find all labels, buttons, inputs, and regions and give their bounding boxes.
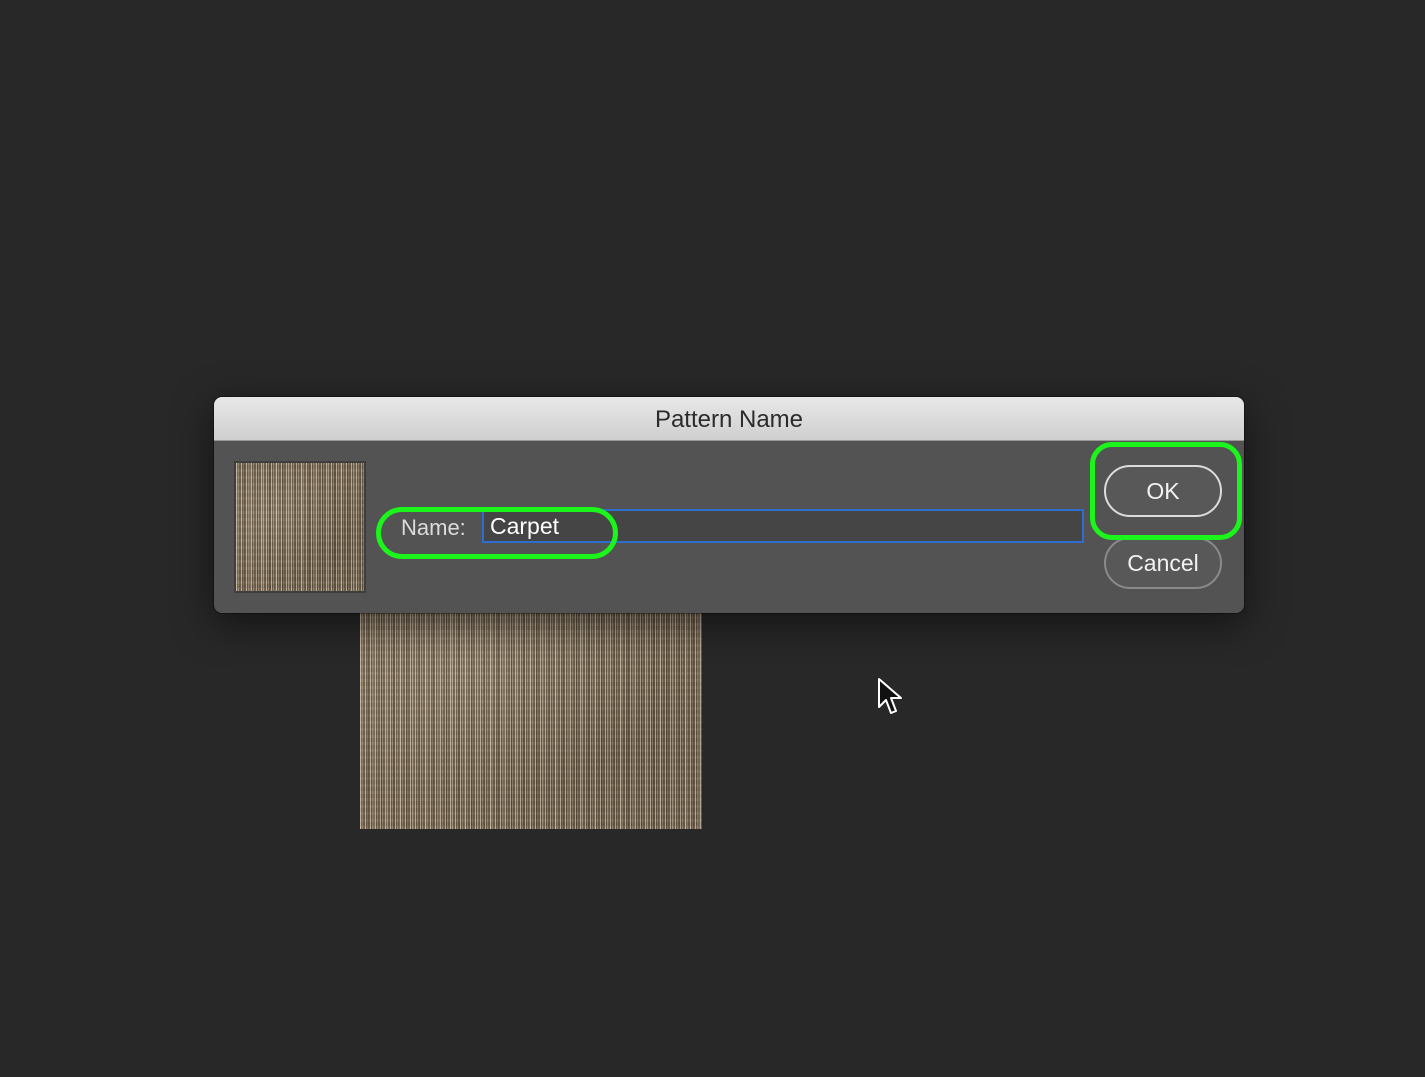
pattern-name-input[interactable]	[482, 509, 1084, 543]
arrow-pointer-icon	[878, 678, 902, 714]
dialog-title: Pattern Name	[654, 406, 804, 433]
cancel-button[interactable]: Cancel	[1104, 537, 1222, 589]
workspace-canvas: Pattern Name Name: OK Cancel	[0, 0, 1425, 1077]
pattern-name-dialog: Pattern Name Name: OK Cancel	[214, 397, 1244, 613]
name-label: Name:	[401, 515, 466, 540]
ok-button[interactable]: OK	[1104, 465, 1222, 517]
dialog-titlebar[interactable]: Pattern Name	[214, 397, 1244, 441]
pattern-thumbnail	[234, 461, 366, 593]
